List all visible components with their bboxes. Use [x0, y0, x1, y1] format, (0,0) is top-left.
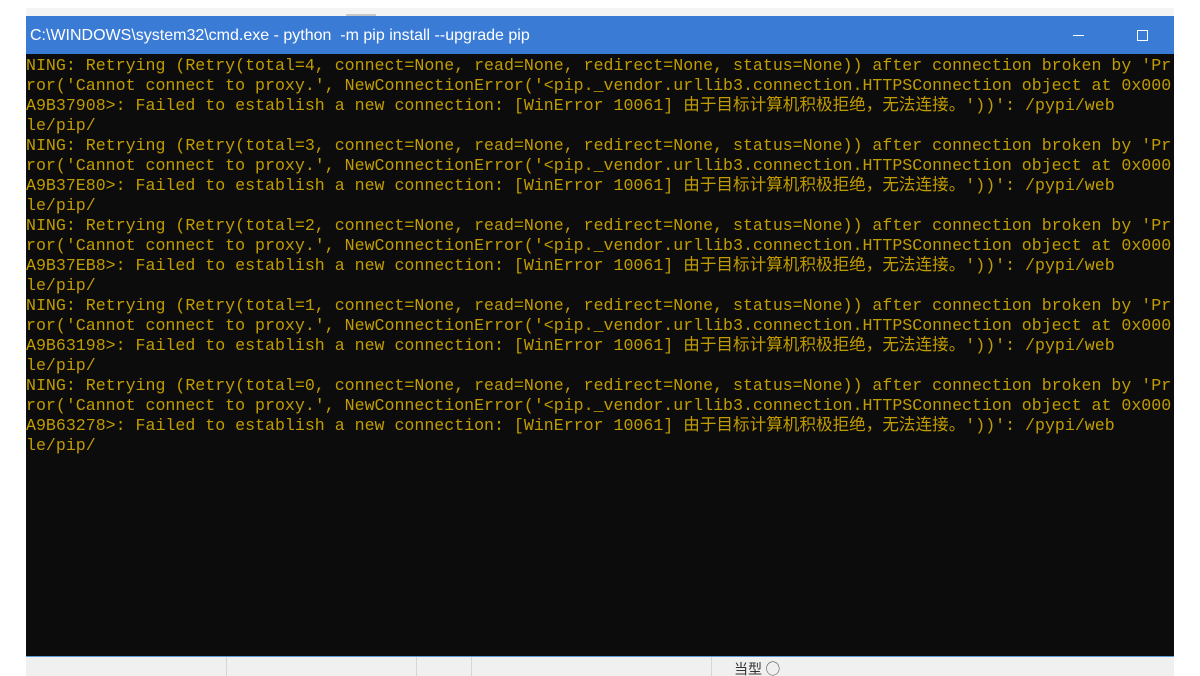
console-line: ror('Cannot connect to proxy.', NewConne…: [26, 316, 1172, 335]
console-line: ror('Cannot connect to proxy.', NewConne…: [26, 156, 1172, 175]
background-window-bottom: 当型 ◯: [26, 656, 1174, 676]
console-line: NING: Retrying (Retry(total=2, connect=N…: [26, 216, 1172, 235]
console-line: A9B63198>: Failed to establish a new con…: [26, 336, 1115, 355]
console-line: A9B37E80>: Failed to establish a new con…: [26, 176, 1115, 195]
console-line: le/pip/: [26, 196, 96, 215]
minimize-icon: [1072, 30, 1084, 41]
console-line: le/pip/: [26, 116, 96, 135]
background-segment: [471, 657, 712, 676]
cmd-window[interactable]: C:\WINDOWS\system32\cmd.exe - python -m …: [26, 16, 1174, 656]
maximize-button[interactable]: [1110, 16, 1174, 54]
maximize-icon: [1136, 29, 1148, 41]
console-line: le/pip/: [26, 276, 96, 295]
console-line: NING: Retrying (Retry(total=0, connect=N…: [26, 376, 1172, 395]
minimize-button[interactable]: [1046, 16, 1110, 54]
background-segment: [226, 657, 417, 676]
background-segment: [416, 657, 472, 676]
console-line: le/pip/: [26, 356, 96, 375]
console-line: NING: Retrying (Retry(total=4, connect=N…: [26, 56, 1172, 75]
console-line: A9B63278>: Failed to establish a new con…: [26, 416, 1115, 435]
console-line: ror('Cannot connect to proxy.', NewConne…: [26, 236, 1172, 255]
console-line: le/pip/: [26, 436, 96, 455]
window-controls: [1046, 16, 1174, 54]
background-segment: [26, 657, 227, 676]
background-text: 当型 ◯: [734, 661, 780, 676]
console-line: ror('Cannot connect to proxy.', NewConne…: [26, 76, 1172, 95]
console-line: NING: Retrying (Retry(total=3, connect=N…: [26, 136, 1172, 155]
console-line: A9B37EB8>: Failed to establish a new con…: [26, 256, 1115, 275]
console-line: NING: Retrying (Retry(total=1, connect=N…: [26, 296, 1172, 315]
console-line: ror('Cannot connect to proxy.', NewConne…: [26, 396, 1172, 415]
window-title: C:\WINDOWS\system32\cmd.exe - python -m …: [30, 26, 530, 44]
console-output[interactable]: NING: Retrying (Retry(total=4, connect=N…: [26, 54, 1174, 656]
title-bar[interactable]: C:\WINDOWS\system32\cmd.exe - python -m …: [26, 16, 1174, 54]
console-line: A9B37908>: Failed to establish a new con…: [26, 96, 1115, 115]
